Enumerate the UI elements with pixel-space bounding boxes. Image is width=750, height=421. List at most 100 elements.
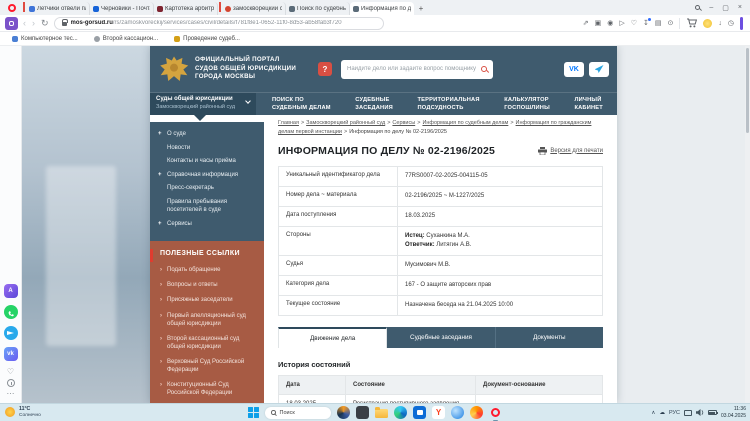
menu-item-news[interactable]: Новости (158, 144, 256, 152)
assistant-help-button[interactable]: ? (318, 62, 332, 76)
taskbar-search[interactable]: Поиск (265, 407, 331, 419)
profile-icon[interactable]: ⊙ (668, 19, 674, 27)
tabs-container: Летчики отвели падающ... Черновики - Поч… (22, 0, 428, 15)
tab-title: Картотека арбитражных... (165, 6, 214, 12)
useful-link-first-appellate[interactable]: ›Первый апелляционный суд общей юрисдикц… (158, 312, 256, 328)
player-icon[interactable]: ▷ (619, 19, 624, 27)
cart-icon[interactable] (686, 18, 697, 28)
cashback-coin-icon[interactable] (703, 19, 712, 28)
language-indicator[interactable]: РУС (669, 410, 680, 416)
maximize-button[interactable]: ▢ (722, 4, 729, 12)
widgets-icon[interactable] (337, 406, 350, 419)
volume-icon[interactable] (696, 409, 704, 416)
firefox-icon[interactable] (470, 406, 483, 419)
useful-link-constitutional-court[interactable]: ›Конституционный Суд Российской Федераци… (158, 381, 256, 397)
nav-item-fee-calculator[interactable]: КАЛЬКУЛЯТОРГОСПОШЛИНЫ (504, 97, 550, 115)
forward-button[interactable]: › (31, 19, 36, 28)
nav-item-personal-cabinet[interactable]: ЛИЧНЫЙКАБИНЕТ (574, 97, 603, 115)
bookmark-item[interactable]: Второй кассацион... (94, 36, 158, 42)
useful-link-supreme-court[interactable]: ›Верховный Суд Российской Федерации (158, 358, 256, 374)
breadcrumb-link[interactable]: Информация по судебным делам (422, 120, 508, 126)
useful-link-faq[interactable]: ›Вопросы и ответы (158, 281, 256, 289)
menu-item-reference[interactable]: +Справочная информация (158, 171, 256, 179)
close-button[interactable]: × (738, 4, 742, 11)
menu-item-services[interactable]: +Сервисы (158, 220, 256, 228)
bookmark-item[interactable]: Проведение судеб... (174, 36, 240, 42)
tab-court-hearings[interactable]: Судебные заседания (387, 327, 495, 348)
back-button[interactable]: ‹ (22, 19, 27, 28)
browser-tab-2[interactable]: Черновики - Почта Mail (90, 2, 154, 15)
vk-social-button[interactable]: VK (564, 62, 584, 77)
yandex-icon[interactable]: Y (432, 406, 445, 419)
bookmark-heart-icon[interactable]: ♡ (631, 19, 637, 27)
whatsapp-icon[interactable] (4, 305, 18, 319)
pinboard-icon[interactable]: ↧ (643, 19, 649, 27)
workspace-button[interactable] (5, 17, 18, 30)
address-bar[interactable]: mos-gorsud.ru/rs/zamoskvoreckij/services… (54, 17, 384, 30)
browser-tab-active[interactable]: Информация по делу № (350, 2, 414, 15)
tab-documents[interactable]: Документы (496, 327, 603, 348)
menu-item-contacts[interactable]: Контакты и часы приёма (158, 157, 256, 165)
breadcrumb-link[interactable]: Замоскворецкий районный суд (306, 120, 385, 126)
tray-chevron-up-icon[interactable]: ∧ (651, 410, 655, 416)
detail-label: Уникальный идентификатор дела (279, 167, 397, 186)
detail-value: 18.03.2025 (397, 207, 602, 226)
nav-item-jurisdiction[interactable]: ТЕРРИТОРИАЛЬНАЯПОДСУДНОСТЬ (418, 97, 480, 115)
vpn-badge-icon[interactable]: ◉ (607, 19, 613, 27)
reload-button[interactable]: ↻ (40, 19, 50, 28)
useful-link-jurors[interactable]: ›Присяжные заседатели (158, 296, 256, 304)
useful-link-submit-appeal[interactable]: ›Подать обращение (158, 266, 256, 274)
bookmark-item[interactable]: Компьютерное тес... (12, 36, 78, 42)
minimize-button[interactable]: – (709, 4, 713, 11)
onedrive-cloud-icon[interactable]: ☁ (659, 410, 665, 416)
browser-tab-1[interactable]: Летчики отвели падающ... (26, 2, 90, 15)
telegram-social-button[interactable] (589, 62, 609, 77)
start-button[interactable] (248, 407, 259, 418)
print-version-link[interactable]: Версия для печати (538, 147, 603, 155)
telegram-icon[interactable] (4, 326, 18, 340)
useful-link-second-cassation[interactable]: ›Второй кассационный суд общей юрисдикци… (158, 335, 256, 351)
store-icon[interactable] (413, 406, 426, 419)
sidebar-toggle[interactable] (740, 17, 743, 30)
app-icon-dark[interactable] (356, 406, 369, 419)
menu-item-visitor-rules[interactable]: Правила пребывания посетителей в суде (158, 198, 256, 214)
taskbar-clock[interactable]: 11:36 03.04.2025 (721, 406, 746, 419)
aria-ai-icon[interactable]: A (4, 284, 18, 298)
browser-tab-5[interactable]: Поиск по судебным дел... (286, 2, 350, 15)
browser-tab-3[interactable]: Картотека арбитражных... (154, 2, 218, 15)
search-icon[interactable] (481, 66, 487, 72)
share-icon[interactable]: ⇗ (583, 19, 589, 27)
scrollbar-thumb[interactable] (746, 48, 749, 133)
weather-text: 11°C Солнечно (19, 406, 41, 418)
court-selector[interactable]: Суды общей юрисдикции Замоскворецкий рай… (150, 93, 256, 115)
nav-item-hearings[interactable]: СУДЕБНЫЕЗАСЕДАНИЯ (355, 97, 393, 115)
favorites-heart-icon[interactable]: ♡ (7, 368, 14, 376)
menu-item-about[interactable]: +О суде (158, 130, 256, 138)
tab-case-movement[interactable]: Движение дела (278, 327, 387, 348)
expand-plus-icon (158, 198, 163, 214)
breadcrumb-link[interactable]: Главная (278, 120, 299, 126)
weather-widget[interactable]: 11°C Солнечно (5, 406, 41, 418)
downloads-icon[interactable]: ↓ (718, 20, 722, 27)
tab-search-icon[interactable] (695, 5, 700, 10)
more-icon[interactable]: ⋯ (7, 390, 15, 398)
site-search-input[interactable] (347, 66, 478, 72)
history-icon[interactable]: ◷ (728, 19, 734, 27)
mail-app-icon[interactable] (451, 406, 464, 419)
opera-menu-button[interactable] (2, 0, 22, 15)
history-clock-icon[interactable] (7, 379, 15, 387)
reader-panels-icon[interactable]: ▤ (655, 19, 662, 27)
vk-messenger-icon[interactable]: vk (4, 347, 18, 361)
breadcrumb-link[interactable]: Сервисы (392, 120, 415, 126)
browser-tab-4[interactable]: замоскворецкий суд — З... (222, 2, 286, 15)
new-tab-button[interactable]: + (414, 2, 428, 15)
display-cast-icon[interactable] (684, 410, 692, 416)
edge-browser-icon[interactable] (394, 406, 407, 419)
file-explorer-icon[interactable] (375, 406, 388, 419)
snapshot-icon[interactable]: ▣ (595, 19, 602, 27)
page-scrollbar[interactable] (745, 46, 750, 403)
opera-taskbar-icon[interactable] (489, 406, 502, 419)
nav-item-case-search[interactable]: ПОИСК ПОСУДЕБНЫМ ДЕЛАМ (272, 97, 331, 115)
battery-icon[interactable] (708, 410, 717, 415)
menu-item-press-secretary[interactable]: Пресс-секретарь (158, 184, 256, 192)
